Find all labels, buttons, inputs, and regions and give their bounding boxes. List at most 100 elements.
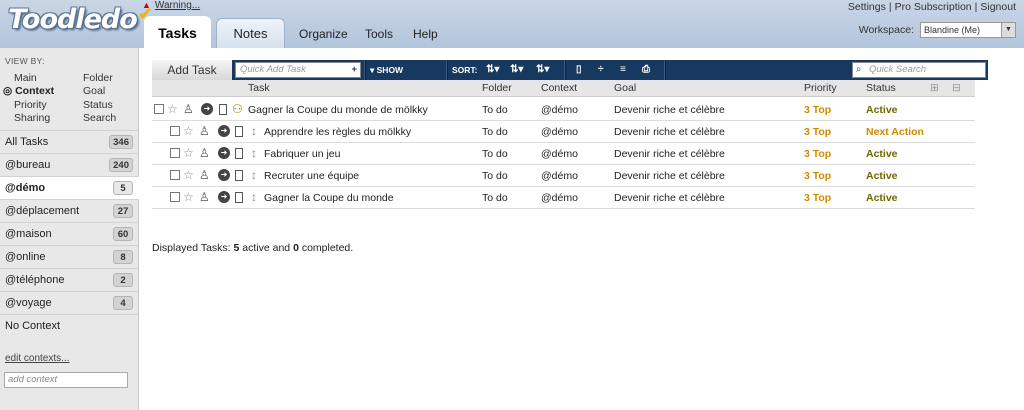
viewby-context[interactable]: ◎ Context — [3, 85, 54, 97]
tab-tasks[interactable]: Tasks — [144, 16, 211, 49]
task-folder[interactable]: To do — [482, 126, 508, 138]
table-row[interactable]: ☆ ♙ ➜ ↕ Gagner la Coupe du monde To do @… — [152, 187, 975, 209]
task-checkbox[interactable] — [154, 104, 164, 114]
nav-tools[interactable]: Tools — [365, 27, 393, 41]
context-item-online[interactable]: @online 8 — [0, 245, 139, 268]
add-context-input[interactable]: add context — [4, 372, 128, 388]
header-context[interactable]: Context — [541, 82, 577, 94]
sort-field-2-icon[interactable]: ⇅▾ — [510, 60, 523, 80]
viewby-main[interactable]: Main — [14, 72, 37, 84]
task-priority[interactable]: 3 Top — [804, 104, 831, 116]
viewby-sharing[interactable]: Sharing — [14, 112, 50, 124]
warning-link[interactable]: ▲ Warning... — [142, 0, 200, 11]
edit-contexts-link[interactable]: edit contexts... — [5, 353, 69, 364]
tab-notes[interactable]: Notes — [216, 18, 285, 48]
task-priority[interactable]: 3 Top — [804, 126, 831, 138]
toodledo-logo[interactable]: Toodledo✔ — [8, 4, 153, 35]
task-goal[interactable]: Devenir riche et célèbre — [614, 192, 725, 204]
context-item-all-tasks[interactable]: All Tasks 346 — [0, 130, 139, 153]
task-folder[interactable]: To do — [482, 192, 508, 204]
column-options-icon[interactable]: ⊞ — [930, 82, 939, 94]
context-item-no-context[interactable]: No Context — [0, 314, 139, 337]
star-icon[interactable]: ☆ — [167, 102, 178, 116]
task-folder[interactable]: To do — [482, 148, 508, 160]
user-icon[interactable]: ♙ — [199, 190, 210, 204]
header-priority[interactable]: Priority — [804, 82, 837, 94]
task-checkbox[interactable] — [170, 170, 180, 180]
viewby-priority[interactable]: Priority — [14, 99, 47, 111]
task-goal[interactable]: Devenir riche et célèbre — [614, 170, 725, 182]
show-button[interactable]: ▾ SHOW — [370, 60, 403, 80]
user-icon[interactable]: ♙ — [199, 146, 210, 160]
plus-icon[interactable]: + — [351, 63, 357, 77]
context-item-maison[interactable]: @maison 60 — [0, 222, 139, 245]
sort-field-1-icon[interactable]: ⇅▾ — [486, 60, 499, 80]
star-icon[interactable]: ☆ — [183, 168, 194, 182]
task-goal[interactable]: Devenir riche et célèbre — [614, 104, 725, 116]
task-title[interactable]: Gagner la Coupe du monde de mölkky — [248, 104, 428, 116]
task-title[interactable]: Apprendre les règles du mölkky — [264, 126, 411, 138]
note-icon[interactable] — [235, 126, 243, 137]
task-checkbox[interactable] — [170, 148, 180, 158]
edit-columns-icon[interactable]: ⊟ — [952, 82, 961, 94]
add-task-button[interactable]: Add Task — [152, 60, 232, 80]
task-checkbox[interactable] — [170, 192, 180, 202]
task-context[interactable]: @démo — [541, 192, 578, 204]
arrow-right-icon[interactable]: ➜ — [218, 191, 230, 203]
context-item-voyage[interactable]: @voyage 4 — [0, 291, 139, 314]
collapse-subtasks-icon[interactable]: ÷ — [598, 60, 604, 80]
task-status[interactable]: Next Action — [866, 126, 924, 138]
settings-link[interactable]: Settings — [848, 1, 886, 13]
task-title[interactable]: Gagner la Coupe du monde — [264, 192, 394, 204]
table-row[interactable]: ☆ ♙ ➜ ↕ Recruter une équipe To do @démo … — [152, 165, 975, 187]
task-title[interactable]: Recruter une équipe — [264, 170, 359, 182]
context-item-bureau[interactable]: @bureau 240 — [0, 153, 139, 176]
table-row[interactable]: ☆ ♙ ➜ ↕ Fabriquer un jeu To do @démo Dev… — [152, 143, 975, 165]
arrow-right-icon[interactable]: ➜ — [218, 169, 230, 181]
task-context[interactable]: @démo — [541, 148, 578, 160]
sort-field-3-icon[interactable]: ⇅▾ — [536, 60, 549, 80]
notebook-icon[interactable]: ▯ — [576, 60, 582, 80]
header-folder[interactable]: Folder — [482, 82, 512, 94]
context-item-demo[interactable]: @démo 5 — [0, 176, 139, 199]
drag-handle-icon[interactable]: ↕ — [251, 168, 257, 182]
quick-add-input[interactable]: Quick Add Task + — [235, 62, 361, 78]
nav-organize[interactable]: Organize — [299, 27, 348, 41]
arrow-right-icon[interactable]: ➜ — [218, 125, 230, 137]
star-icon[interactable]: ☆ — [183, 124, 194, 138]
header-task[interactable]: Task — [248, 82, 270, 94]
print-icon[interactable]: ⎙ — [642, 60, 650, 80]
task-status[interactable]: Active — [866, 192, 898, 204]
task-context[interactable]: @démo — [541, 104, 578, 116]
task-goal[interactable]: Devenir riche et célèbre — [614, 148, 725, 160]
task-status[interactable]: Active — [866, 170, 898, 182]
context-item-deplacement[interactable]: @déplacement 27 — [0, 199, 139, 222]
quick-search-input[interactable]: ⌕ Quick Search — [852, 62, 986, 78]
workspace-select[interactable]: Blandine (Me) ▼ — [920, 22, 1016, 38]
user-icon[interactable]: ♙ — [199, 168, 210, 182]
table-row[interactable]: ☆ ♙ ➜ ↕ Apprendre les règles du mölkky T… — [152, 121, 975, 143]
star-icon[interactable]: ☆ — [183, 146, 194, 160]
nav-help[interactable]: Help — [413, 27, 438, 41]
viewby-status[interactable]: Status — [83, 99, 113, 111]
header-status[interactable]: Status — [866, 82, 896, 94]
task-folder[interactable]: To do — [482, 170, 508, 182]
task-checkbox[interactable] — [170, 126, 180, 136]
arrow-right-icon[interactable]: ➜ — [201, 103, 213, 115]
task-priority[interactable]: 3 Top — [804, 192, 831, 204]
task-title[interactable]: Fabriquer un jeu — [264, 148, 340, 160]
list-view-icon[interactable]: ≡ — [620, 60, 626, 80]
viewby-folder[interactable]: Folder — [83, 72, 113, 84]
header-goal[interactable]: Goal — [614, 82, 636, 94]
task-context[interactable]: @démo — [541, 126, 578, 138]
drag-handle-icon[interactable]: ↕ — [251, 124, 257, 138]
note-icon[interactable] — [235, 148, 243, 159]
arrow-right-icon[interactable]: ➜ — [218, 147, 230, 159]
user-icon[interactable]: ♙ — [199, 124, 210, 138]
context-item-telephone[interactable]: @téléphone 2 — [0, 268, 139, 291]
star-icon[interactable]: ☆ — [183, 190, 194, 204]
viewby-search[interactable]: Search — [83, 112, 116, 124]
task-context[interactable]: @démo — [541, 170, 578, 182]
task-status[interactable]: Active — [866, 148, 898, 160]
task-goal[interactable]: Devenir riche et célèbre — [614, 126, 725, 138]
